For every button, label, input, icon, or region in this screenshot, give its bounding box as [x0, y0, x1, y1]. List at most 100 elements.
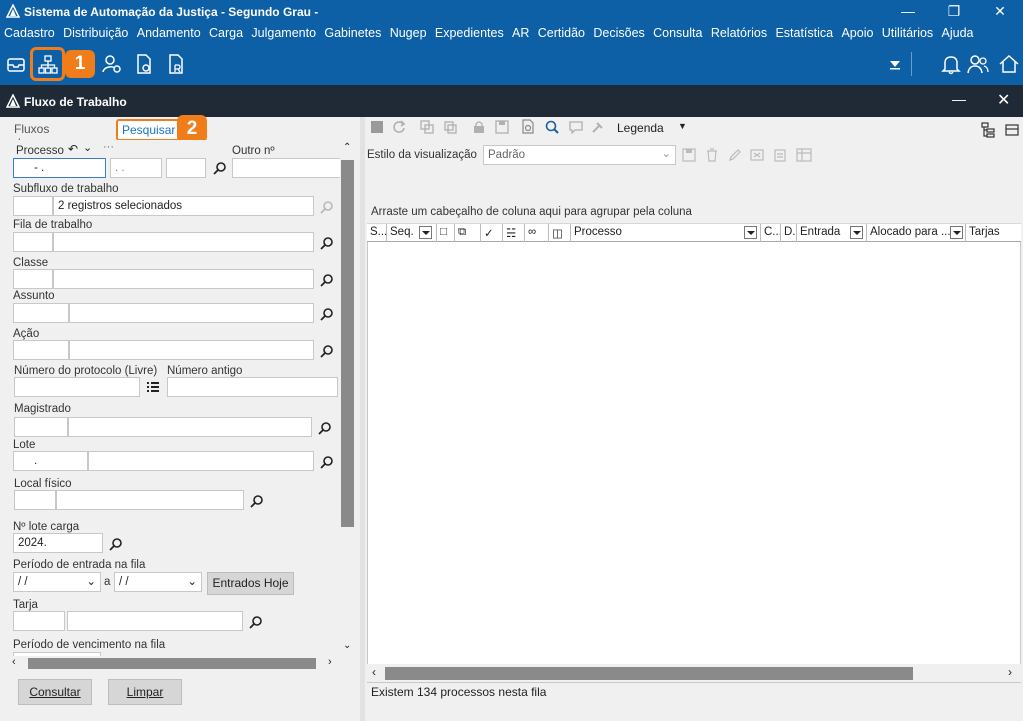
column-filter-icon[interactable]	[950, 226, 963, 239]
grid-horizontal-scrollbar[interactable]: ‹ ›	[367, 664, 1021, 682]
limpar-button[interactable]: Limpar	[108, 679, 182, 705]
form-horizontal-scroll-thumb[interactable]	[28, 658, 316, 669]
menu-cadastro[interactable]: Cadastro	[4, 24, 55, 40]
menu-gabinetes[interactable]: Gabinetes	[324, 24, 381, 40]
magnify-doc-icon[interactable]	[544, 119, 560, 135]
search-icon[interactable]	[320, 307, 336, 323]
tarja-input[interactable]	[67, 611, 243, 631]
column-filter-icon[interactable]	[744, 226, 757, 239]
entrados-hoje-button[interactable]: Entrados Hoje	[207, 572, 294, 595]
tab-pesquisar[interactable]: Pesquisar	[116, 119, 182, 141]
scroll-left-icon[interactable]: ‹	[12, 656, 16, 668]
save-icon[interactable]	[495, 120, 509, 134]
lote-input[interactable]	[88, 451, 314, 471]
assunto-input[interactable]	[69, 303, 314, 323]
tree-view-icon[interactable]	[981, 122, 997, 138]
inbox-icon[interactable]	[5, 53, 27, 75]
scroll-left-icon[interactable]: ‹	[372, 665, 376, 679]
antigo-input[interactable]	[167, 377, 338, 397]
clipboard-icon[interactable]	[773, 148, 787, 162]
scroll-up-icon[interactable]: ⌃	[343, 142, 351, 153]
menu-ar[interactable]: AR	[512, 24, 529, 40]
col-c[interactable]: C...	[761, 224, 781, 242]
tarja-code-input[interactable]	[13, 611, 65, 631]
legenda-dropdown-icon[interactable]: ▼	[678, 121, 687, 131]
col-seq[interactable]: Seq.	[387, 224, 437, 242]
fila-code-input[interactable]	[13, 232, 53, 252]
ellipsis-button[interactable]: ···	[103, 141, 114, 153]
classe-input[interactable]	[53, 269, 314, 289]
edit-icon[interactable]	[728, 148, 742, 162]
copy-icon[interactable]	[420, 120, 434, 134]
outro-input[interactable]	[232, 158, 340, 178]
col-s[interactable]: S...	[367, 224, 387, 242]
search-icon[interactable]	[249, 615, 265, 631]
acao-code-input[interactable]	[13, 340, 69, 360]
trash-icon[interactable]	[705, 148, 719, 162]
grid-horizontal-scroll-thumb[interactable]	[385, 667, 913, 680]
restore-icon[interactable]: ❐	[931, 0, 977, 24]
search-icon[interactable]	[320, 200, 336, 216]
subfluxo-input[interactable]: 2 registros selecionados	[53, 196, 314, 216]
classe-code-input[interactable]	[13, 269, 53, 289]
document-search-icon[interactable]	[520, 119, 536, 135]
local-code-input[interactable]	[14, 490, 56, 510]
menu-andamento[interactable]: Andamento	[137, 24, 201, 40]
menu-distribuicao[interactable]: Distribuição	[63, 24, 128, 40]
col-alocado[interactable]: Alocado para ...	[867, 224, 966, 242]
menu-julgamento[interactable]: Julgamento	[251, 24, 316, 40]
menu-estatistica[interactable]: Estatística	[775, 24, 833, 40]
close-icon[interactable]: ✕	[977, 0, 1023, 24]
form-horizontal-scrollbar[interactable]: ‹ ›	[8, 656, 340, 671]
local-input[interactable]	[56, 490, 244, 510]
document-r-icon[interactable]	[165, 53, 187, 75]
menu-apoio[interactable]: Apoio	[841, 24, 873, 40]
col-doc[interactable]: ◫	[549, 224, 571, 242]
refresh-icon[interactable]	[392, 120, 406, 134]
subfluxo-code-input[interactable]	[13, 196, 53, 216]
col-processo[interactable]: Processo	[571, 224, 761, 242]
inner-close-icon[interactable]: ✕	[997, 90, 1010, 110]
menu-decisoes[interactable]: Decisões	[593, 24, 644, 40]
acao-input[interactable]	[69, 340, 314, 360]
menu-ajuda[interactable]: Ajuda	[942, 24, 974, 40]
bell-icon[interactable]	[940, 53, 962, 75]
col-hierarchy[interactable]: ☵	[503, 224, 525, 242]
gavel-icon[interactable]	[591, 120, 605, 134]
save-style-icon[interactable]	[682, 148, 696, 162]
users-icon[interactable]	[967, 53, 989, 75]
form-vertical-scroll-thumb[interactable]	[341, 160, 354, 527]
date-to-input[interactable]: / / ⌄	[114, 572, 202, 592]
workflow-button[interactable]	[30, 47, 65, 81]
comment-icon[interactable]	[569, 120, 583, 134]
search-icon[interactable]	[318, 421, 334, 437]
column-filter-icon[interactable]	[419, 226, 432, 239]
menu-nugep[interactable]: Nugep	[390, 24, 427, 40]
col-d[interactable]: D.	[781, 224, 797, 242]
scroll-down-icon[interactable]: ⌄	[343, 640, 351, 651]
flag-icon[interactable]	[370, 120, 384, 134]
user-settings-icon[interactable]	[101, 53, 123, 75]
document-o-icon[interactable]	[133, 53, 155, 75]
processo-input[interactable]: - .	[13, 158, 106, 178]
fila-input[interactable]	[53, 232, 314, 252]
consultar-button[interactable]: Consultar	[18, 679, 92, 705]
lock-icon[interactable]	[472, 120, 486, 134]
col-check[interactable]: ✓	[481, 224, 503, 242]
menu-carga[interactable]: Carga	[209, 24, 243, 40]
group-by-panel[interactable]: Arraste um cabeçalho de coluna aqui para…	[367, 196, 1021, 224]
menu-consulta[interactable]: Consulta	[653, 24, 702, 40]
chevron-down-icon[interactable]: ⌄	[86, 574, 96, 588]
magistrado-input[interactable]	[68, 417, 312, 437]
minimize-icon[interactable]: —	[885, 0, 931, 24]
menu-certidao[interactable]: Certidão	[538, 24, 585, 40]
menu-relatorios[interactable]: Relatórios	[711, 24, 767, 40]
search-icon[interactable]	[320, 344, 336, 360]
export-icon[interactable]	[750, 148, 764, 162]
magistrado-code-input[interactable]	[14, 417, 68, 437]
processo-input-2[interactable]: . .	[110, 158, 162, 178]
columns-icon[interactable]	[796, 148, 812, 162]
col-link[interactable]: ∞	[525, 224, 549, 242]
search-icon[interactable]	[320, 455, 336, 471]
legenda-label[interactable]: Legenda	[617, 121, 664, 135]
